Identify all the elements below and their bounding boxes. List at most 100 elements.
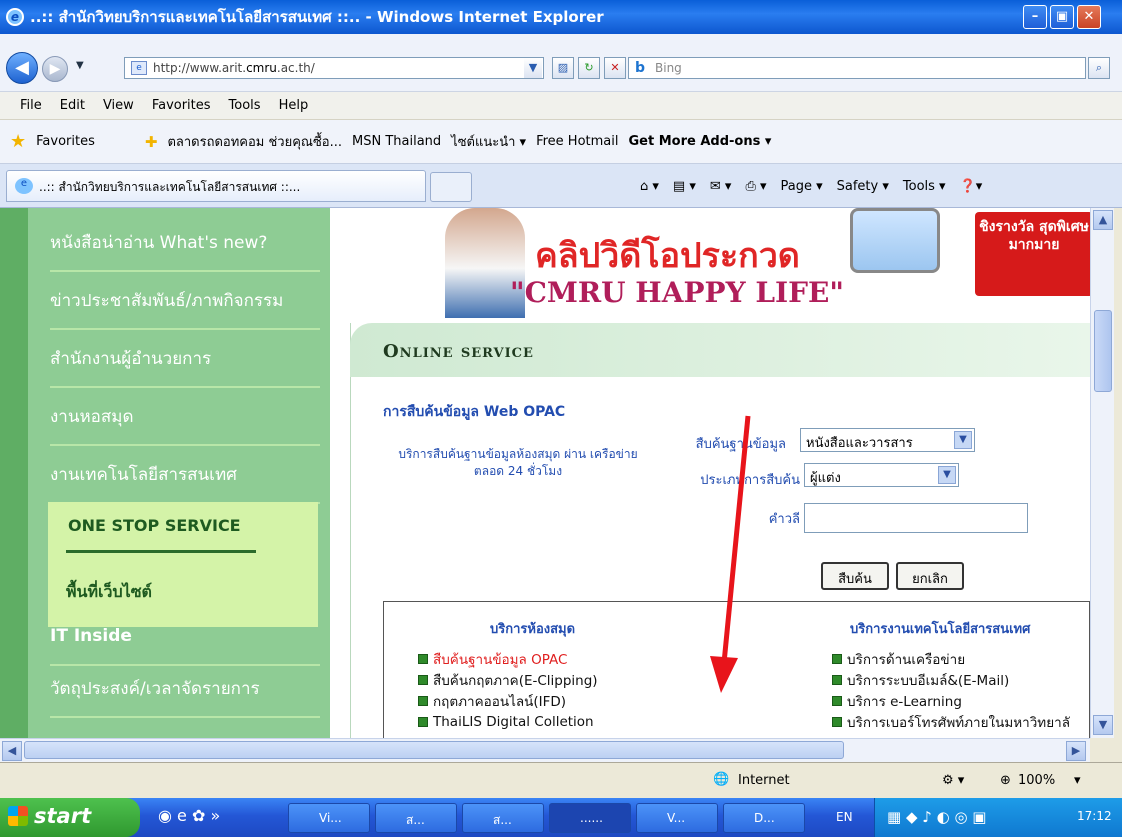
- list-item-label: กฤตภาคออนไลน์(IFD): [433, 693, 567, 710]
- fav-item-3[interactable]: ไซต์แนะนำ ▾: [451, 131, 526, 152]
- list-item[interactable]: บริการเบอร์โทรศัพท์ภายในมหาวิทยาลั: [832, 711, 1070, 732]
- nav-news[interactable]: ข่าวประชาสัมพันธ์/ภาพกิจกรรม: [50, 272, 320, 330]
- stop-icon[interactable]: ✕: [604, 57, 626, 79]
- nav-director-office[interactable]: สำนักงานผู้อำนวยการ: [50, 330, 320, 388]
- list-item[interactable]: ThaiLIS Digital Colletion: [418, 711, 598, 732]
- favorites-button[interactable]: Favorites: [36, 134, 95, 149]
- nav-whats-new[interactable]: หนังสือน่าอ่าน What's new?: [50, 214, 320, 272]
- task-vi[interactable]: Vi...: [288, 803, 370, 833]
- chevron-down-icon[interactable]: ▼: [938, 466, 956, 484]
- online-service-title: Online service: [383, 341, 534, 362]
- menu-edit[interactable]: Edit: [60, 98, 85, 113]
- tools-menu[interactable]: Tools ▾: [903, 179, 946, 194]
- window-title-bar[interactable]: e ..:: สำนักวิทยบริการและเทคโนโลยีสารสนเ…: [0, 0, 1122, 34]
- add-favorite-icon[interactable]: ✚: [145, 133, 158, 151]
- start-button[interactable]: start: [0, 798, 140, 837]
- type-select[interactable]: ผู้แต่ง ▼: [804, 463, 959, 487]
- safety-menu[interactable]: Safety ▾: [837, 179, 889, 194]
- search-placeholder: Bing: [655, 61, 682, 75]
- fav-item-4[interactable]: Free Hotmail: [536, 134, 618, 149]
- address-dropdown-icon[interactable]: ▼: [524, 58, 542, 78]
- db-select[interactable]: หนังสือและวารสาร ▼: [800, 428, 975, 452]
- tab-current[interactable]: e ..:: สำนักวิทยบริการและเทคโนโลยีสารสนเ…: [6, 170, 426, 202]
- vertical-scrollbar[interactable]: ▲ ▼: [1090, 208, 1114, 738]
- zoom-dropdown-icon[interactable]: ▾: [1074, 773, 1081, 788]
- maximize-button[interactable]: ▣: [1050, 5, 1074, 29]
- close-button[interactable]: ✕: [1077, 5, 1101, 29]
- chevron-down-icon[interactable]: ▼: [954, 431, 972, 449]
- scroll-left-button[interactable]: ◀: [2, 741, 22, 761]
- menu-tools[interactable]: Tools: [229, 98, 261, 113]
- zoom-icon[interactable]: ⊕: [1000, 773, 1011, 788]
- menu-favorites[interactable]: Favorites: [152, 98, 211, 113]
- refresh-icon[interactable]: ↻: [578, 57, 600, 79]
- one-stop-title[interactable]: ONE STOP SERVICE: [68, 516, 241, 535]
- list-item[interactable]: บริการ e-Learning: [832, 690, 1070, 711]
- protected-mode-icon[interactable]: ⚙ ▾: [942, 773, 964, 788]
- menu-help[interactable]: Help: [279, 98, 309, 113]
- bullet-icon: [418, 716, 428, 727]
- mail-icon[interactable]: ✉ ▾: [710, 179, 732, 194]
- list-item-label: บริการระบบอีเมล์&(E-Mail): [847, 672, 1010, 689]
- opac-description: บริการสืบค้นฐานข้อมูลห้องสมุด ผ่าน เครือ…: [398, 447, 638, 478]
- search-input[interactable]: b Bing: [628, 57, 1086, 79]
- new-tab-button[interactable]: [430, 172, 472, 202]
- task-ie-active[interactable]: ......: [549, 803, 631, 833]
- keyword-input[interactable]: [804, 503, 1028, 533]
- scroll-right-button[interactable]: ▶: [1066, 741, 1086, 761]
- system-tray: ▦ ◆ ♪ ◐ ◎ ▣ 17:12: [874, 798, 1122, 837]
- menu-file[interactable]: File: [20, 98, 42, 113]
- sidebar-stripe: [0, 208, 28, 738]
- minimize-button[interactable]: –: [1023, 5, 1047, 29]
- search-button[interactable]: สืบค้น: [821, 562, 889, 590]
- back-button[interactable]: ◀: [6, 52, 38, 84]
- globe-icon: 🌐: [713, 772, 730, 787]
- address-input[interactable]: e http://www.arit.cmru.ac.th/: [124, 57, 544, 79]
- nav-it-inside[interactable]: IT Inside: [50, 608, 320, 666]
- quick-launch-icons[interactable]: ◉ e ✿ »: [158, 806, 220, 825]
- page-icon: e: [131, 61, 147, 75]
- type-select-value: ผู้แต่ง: [810, 471, 841, 486]
- list-item[interactable]: สืบค้นกฤตภาค(E-Clipping): [418, 669, 598, 690]
- red-arrow-annotation: [710, 415, 751, 693]
- feeds-icon[interactable]: ▤ ▾: [673, 179, 696, 194]
- print-icon[interactable]: ⎙ ▾: [745, 179, 766, 194]
- ie-icon: e: [6, 8, 24, 26]
- menu-view[interactable]: View: [103, 98, 134, 113]
- library-services-list: สืบค้นฐานข้อมูล OPAC สืบค้นกฤตภาค(E-Clip…: [418, 648, 598, 732]
- list-item[interactable]: บริการระบบอีเมล์&(E-Mail): [832, 669, 1070, 690]
- nav-library[interactable]: งานหอสมุด: [50, 388, 320, 446]
- list-item[interactable]: สืบค้นฐานข้อมูล OPAC: [418, 648, 598, 669]
- task-ie-1[interactable]: ส...: [375, 803, 457, 833]
- horizontal-scrollbar[interactable]: ◀ ▶: [0, 738, 1090, 762]
- list-item[interactable]: กฤตภาคออนไลน์(IFD): [418, 690, 598, 711]
- compatibility-view-icon[interactable]: ▨: [552, 57, 574, 79]
- fav-item-5[interactable]: Get More Add-ons ▾: [628, 134, 771, 149]
- website-area-link[interactable]: พื้นที่เว็บไซต์: [66, 580, 152, 605]
- fav-item-2[interactable]: MSN Thailand: [352, 134, 441, 149]
- scroll-down-button[interactable]: ▼: [1093, 715, 1113, 735]
- home-icon[interactable]: ⌂ ▾: [640, 179, 659, 194]
- status-bar: 🌐 Internet ⚙ ▾ ⊕ 100% ▾: [0, 762, 1122, 798]
- scroll-thumb[interactable]: [1094, 310, 1112, 392]
- task-word[interactable]: D...: [723, 803, 805, 833]
- nav-objectives[interactable]: วัตถุประสงค์/เวลาจัดรายการ: [50, 660, 320, 718]
- forward-button[interactable]: ▶: [42, 56, 68, 82]
- list-item[interactable]: บริการด้านเครือข่าย: [832, 648, 1070, 669]
- library-services-heading: บริการห้องสมุด: [490, 622, 576, 637]
- fav-item-1[interactable]: ตลาดรถดอทคอม ช่วยคุณซื้อ...: [167, 131, 342, 152]
- hscroll-thumb[interactable]: [24, 741, 844, 759]
- page-menu[interactable]: Page ▾: [781, 179, 823, 194]
- help-icon[interactable]: ❓▾: [960, 179, 983, 194]
- zoom-level[interactable]: 100%: [1018, 773, 1055, 788]
- search-icon[interactable]: ⌕: [1088, 57, 1110, 79]
- nav-it[interactable]: งานเทคโนโลยีสารสนเทศ: [50, 446, 320, 504]
- scroll-up-button[interactable]: ▲: [1093, 210, 1113, 230]
- language-indicator[interactable]: EN: [836, 810, 853, 824]
- cancel-button[interactable]: ยกเลิก: [896, 562, 964, 590]
- recent-pages-dropdown-icon[interactable]: ▼: [76, 60, 84, 71]
- task-ie-3[interactable]: V...: [636, 803, 718, 833]
- bullet-icon: [832, 653, 842, 664]
- task-ie-2[interactable]: ส...: [462, 803, 544, 833]
- tray-icons[interactable]: ▦ ◆ ♪ ◐ ◎ ▣: [887, 808, 986, 826]
